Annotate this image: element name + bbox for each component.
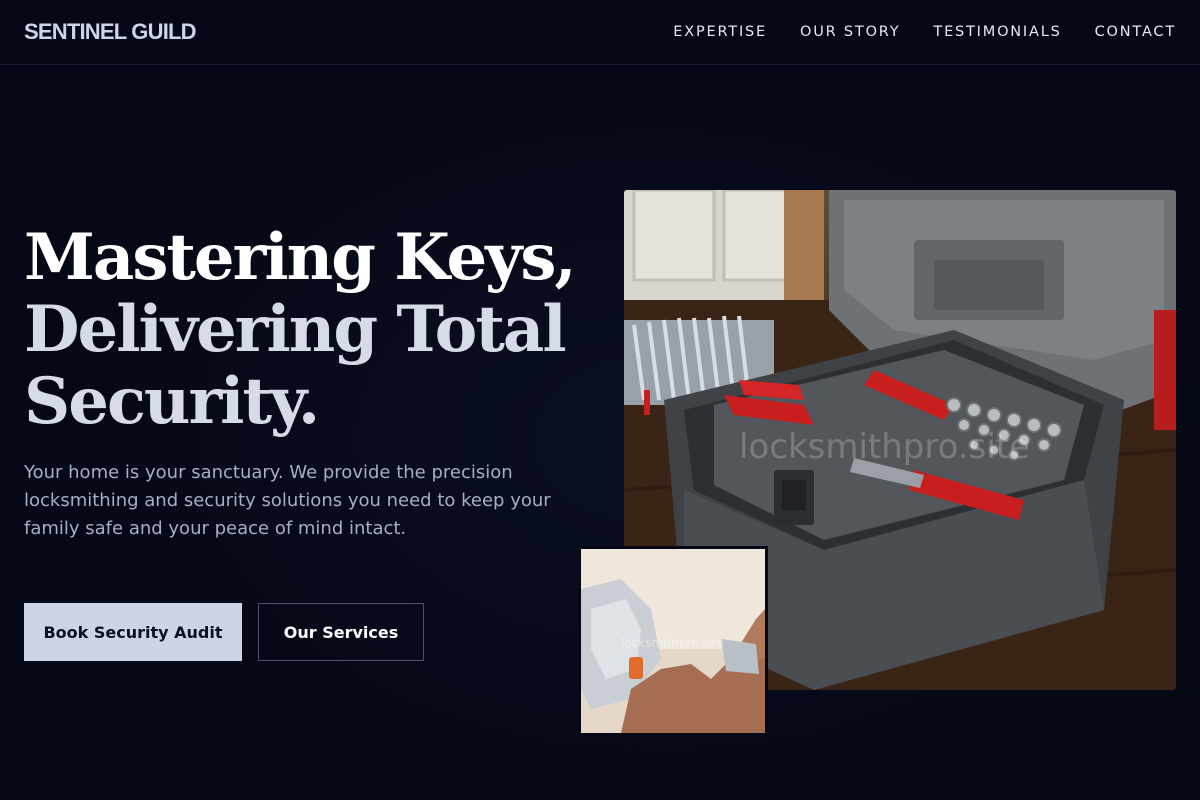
lock-install-illustration: locksmithpro.site bbox=[581, 549, 765, 733]
hero-title-line-1: Mastering Keys, bbox=[24, 220, 577, 295]
sub-photo-watermark: locksmithpro.site bbox=[621, 636, 724, 650]
hero-description: Your home is your sanctuary. We provide … bbox=[24, 462, 551, 539]
main-nav: EXPERTISE OUR STORY TESTIMONIALS CONTACT bbox=[673, 24, 1176, 40]
our-services-button[interactable]: Our Services bbox=[258, 603, 424, 661]
nav-item-testimonials[interactable]: TESTIMONIALS bbox=[933, 24, 1061, 40]
nav-item-expertise[interactable]: EXPERTISE bbox=[673, 24, 767, 40]
brand-logo[interactable]: SENTINEL GUILD bbox=[24, 19, 197, 45]
site-header: SENTINEL GUILD EXPERTISE OUR STORY TESTI… bbox=[0, 0, 1200, 65]
nav-item-our-story[interactable]: OUR STORY bbox=[800, 24, 900, 40]
landing-page: SENTINEL GUILD EXPERTISE OUR STORY TESTI… bbox=[0, 0, 1200, 800]
book-security-audit-button[interactable]: Book Security Audit bbox=[24, 603, 242, 661]
nav-item-contact[interactable]: CONTACT bbox=[1095, 24, 1176, 40]
hero-title-line-3: Security. bbox=[24, 364, 320, 439]
hero-title-line-2: Delivering Total bbox=[24, 292, 567, 367]
lock-install-photo: locksmithpro.site bbox=[578, 546, 768, 736]
hero-title: Mastering Keys, Delivering Total Securit… bbox=[24, 222, 584, 438]
main-photo-watermark: locksmithpro.site bbox=[739, 427, 1030, 467]
